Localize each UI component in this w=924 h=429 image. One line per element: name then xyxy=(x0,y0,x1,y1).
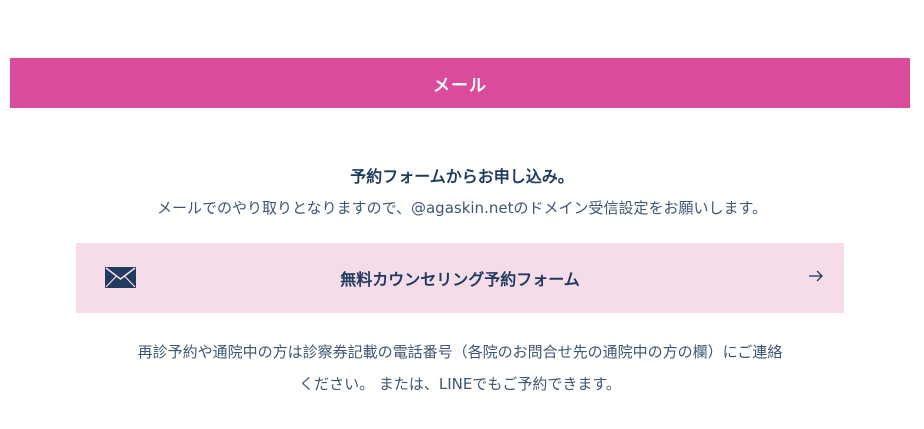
revisit-note-line-1: 再診予約や通院中の方は診察券記載の電話番号（各院のお問合せ先の通院中の方の欄）に… xyxy=(137,343,783,361)
revisit-note: 再診予約や通院中の方は診察券記載の電話番号（各院のお問合せ先の通院中の方の欄）に… xyxy=(76,336,844,400)
section-header: メール xyxy=(10,58,910,108)
intro-description: メールでのやり取りとなりますので、@agaskin.netのドメイン受信設定をお… xyxy=(157,199,767,217)
mail-icon xyxy=(105,267,136,288)
counseling-form-label: 無料カウンセリング予約フォーム xyxy=(340,270,580,289)
section-header-title: メール xyxy=(433,75,487,96)
arrow-right-icon xyxy=(808,268,824,284)
revisit-note-line-2: ください。 または、LINEでもご予約できます。 xyxy=(299,375,621,393)
intro-title: 予約フォームからお申し込み。 xyxy=(350,167,574,186)
counseling-form-button[interactable]: 無料カウンセリング予約フォーム xyxy=(76,243,844,313)
